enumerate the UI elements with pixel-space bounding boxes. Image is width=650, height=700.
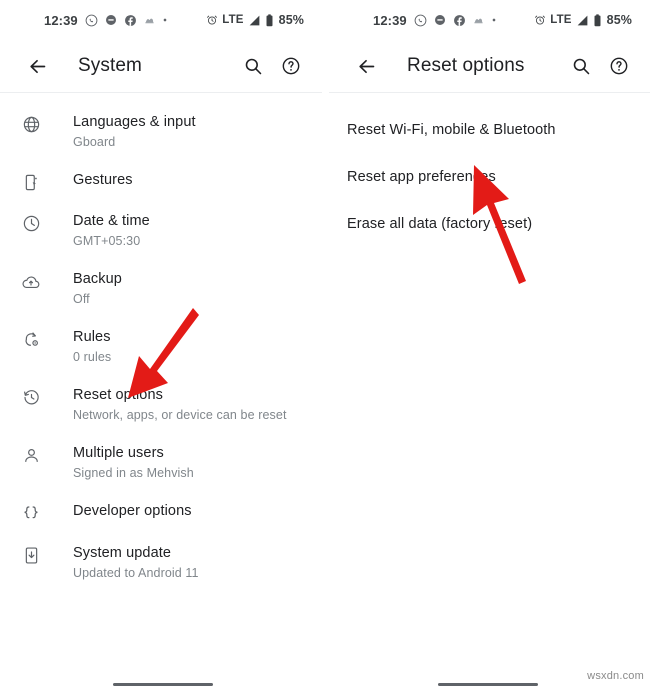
- network-type-label: LTE: [550, 14, 572, 26]
- dot-icon: [162, 17, 168, 23]
- settings-row-subtitle: Network, apps, or device can be reset: [73, 408, 287, 422]
- signal-bars-icon: [248, 14, 261, 27]
- help-icon[interactable]: [276, 51, 306, 81]
- gesture-navigation-bar-left[interactable]: [0, 683, 325, 686]
- settings-row-reset-options[interactable]: Reset options Network, apps, or device c…: [0, 376, 322, 434]
- person-icon: [14, 444, 48, 465]
- right-phone-screen: 12:39 LTE 85% Reset options Reset Wi-Fi,…: [325, 0, 650, 700]
- rules-icon: [14, 328, 48, 349]
- settings-row-text: Rules 0 rules: [48, 328, 111, 366]
- settings-row[interactable]: System update Updated to Android 11: [0, 534, 322, 592]
- cloud-upload-icon: [14, 270, 48, 292]
- gestures-icon: [14, 171, 48, 192]
- app-icon: [473, 15, 484, 26]
- settings-row[interactable]: Backup Off: [0, 260, 322, 318]
- page-title: Reset options: [407, 55, 525, 76]
- settings-row-title: System update: [73, 545, 172, 561]
- settings-row-title: Multiple users: [73, 445, 164, 461]
- settings-row-subtitle: Signed in as Mehvish: [73, 466, 194, 480]
- settings-row-text: Backup Off: [48, 270, 122, 308]
- dot-icon: [491, 17, 497, 23]
- gesture-navigation-bar-right[interactable]: [325, 683, 650, 686]
- settings-row-subtitle: Updated to Android 11: [73, 566, 199, 580]
- settings-row[interactable]: Multiple users Signed in as Mehvish: [0, 434, 322, 492]
- status-bar-left: 12:39 LTE 85%: [0, 0, 322, 40]
- settings-row-text: Gestures: [48, 171, 133, 190]
- watermark: wsxdn.com: [587, 670, 644, 682]
- page-title: System: [78, 55, 142, 76]
- settings-row-title: Backup: [73, 271, 122, 287]
- battery-icon: [593, 13, 602, 27]
- reset-option-row-erase-all-data[interactable]: Erase all data (factory reset): [329, 201, 650, 248]
- status-bar-right-group: LTE 85%: [534, 13, 632, 27]
- messages-icon: [105, 14, 117, 26]
- help-icon[interactable]: [604, 51, 634, 81]
- reset-options-list: Reset Wi-Fi, mobile & Bluetooth Reset ap…: [329, 93, 650, 248]
- dual-screenshot-container: 12:39 LTE 85% System Languages & input G…: [0, 0, 650, 700]
- gesture-pill[interactable]: [112, 683, 213, 686]
- clock-icon: [14, 212, 48, 233]
- settings-row-text: Multiple users Signed in as Mehvish: [48, 444, 194, 482]
- whatsapp-icon: [414, 14, 427, 27]
- facebook-icon: [124, 14, 137, 27]
- back-arrow-icon[interactable]: [22, 51, 52, 81]
- settings-row-title: Languages & input: [73, 114, 196, 130]
- settings-row-title: Rules: [73, 329, 111, 345]
- settings-row-text: Date & time GMT+05:30: [48, 212, 150, 250]
- app-bar-left: System: [0, 40, 322, 92]
- whatsapp-icon: [85, 14, 98, 27]
- settings-row-subtitle: GMT+05:30: [73, 234, 141, 248]
- settings-row[interactable]: Gestures: [0, 161, 322, 202]
- signal-bars-icon: [576, 14, 589, 27]
- settings-row-subtitle: Off: [73, 292, 90, 306]
- gesture-pill[interactable]: [437, 683, 538, 686]
- left-phone-screen: 12:39 LTE 85% System Languages & input G…: [0, 0, 325, 700]
- braces-icon: [14, 502, 48, 524]
- system-settings-list: Languages & input Gboard Gestures Date &…: [0, 93, 322, 592]
- search-icon[interactable]: [238, 51, 268, 81]
- battery-icon: [265, 13, 274, 27]
- restore-icon: [14, 386, 48, 407]
- facebook-icon: [453, 14, 466, 27]
- status-time: 12:39: [44, 12, 78, 28]
- network-type-label: LTE: [222, 14, 244, 26]
- settings-row-text: Languages & input Gboard: [48, 113, 196, 151]
- settings-row[interactable]: Date & time GMT+05:30: [0, 202, 322, 260]
- settings-row[interactable]: Rules 0 rules: [0, 318, 322, 376]
- messages-icon: [434, 14, 446, 26]
- system-update-icon: [14, 544, 48, 565]
- battery-percent-label: 85%: [278, 13, 304, 27]
- reset-option-row-wifi[interactable]: Reset Wi-Fi, mobile & Bluetooth: [329, 107, 650, 154]
- alarm-icon: [534, 14, 546, 26]
- globe-icon: [14, 113, 48, 134]
- settings-row-subtitle: 0 rules: [73, 350, 112, 364]
- settings-row[interactable]: Languages & input Gboard: [0, 103, 322, 161]
- reset-option-row-app-preferences[interactable]: Reset app preferences: [329, 154, 650, 201]
- status-time: 12:39: [373, 12, 407, 28]
- status-bar-left-group: 12:39: [373, 13, 497, 28]
- settings-row-text: Developer options: [48, 502, 192, 521]
- settings-row-title: Date & time: [73, 213, 150, 229]
- app-bar-right: Reset options: [329, 40, 650, 92]
- app-icon: [144, 15, 155, 26]
- settings-row-text: System update Updated to Android 11: [48, 544, 199, 582]
- search-icon[interactable]: [566, 51, 596, 81]
- back-arrow-icon[interactable]: [351, 51, 381, 81]
- settings-row[interactable]: Developer options: [0, 492, 322, 534]
- settings-row-text: Reset options Network, apps, or device c…: [48, 386, 287, 424]
- settings-row-title: Gestures: [73, 172, 133, 188]
- status-bar-right: 12:39 LTE 85%: [329, 0, 650, 40]
- battery-percent-label: 85%: [606, 13, 632, 27]
- settings-row-title: Developer options: [73, 503, 192, 519]
- status-bar-left-group: 12:39: [44, 13, 168, 28]
- status-bar-right-group: LTE 85%: [206, 13, 304, 27]
- alarm-icon: [206, 14, 218, 26]
- settings-row-title: Reset options: [73, 387, 163, 403]
- settings-row-subtitle: Gboard: [73, 135, 116, 149]
